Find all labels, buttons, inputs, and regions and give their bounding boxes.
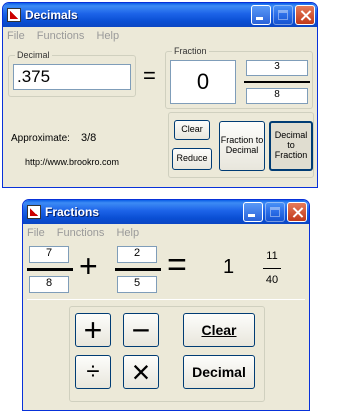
equals-sign: = bbox=[167, 246, 187, 284]
equals-sign: = bbox=[143, 63, 156, 88]
numerator-field[interactable]: 3 bbox=[246, 60, 308, 76]
decimal-to-fraction-button[interactable]: Decimal to Fraction bbox=[269, 121, 313, 171]
numerator-value: 3 bbox=[274, 61, 280, 72]
fractions-titlebar[interactable]: Fractions bbox=[23, 200, 309, 224]
minimize-icon[interactable] bbox=[251, 5, 271, 25]
fraction2-denominator[interactable]: 5 bbox=[117, 276, 157, 293]
decimal-group-label: Decimal bbox=[15, 50, 52, 60]
fraction2-denominator-value: 5 bbox=[133, 277, 141, 289]
approximate-value: 3/8 bbox=[81, 132, 97, 144]
clear-button[interactable]: Clear bbox=[174, 120, 210, 140]
clear-button-label: Clear bbox=[201, 322, 237, 338]
menubar: File Functions Help bbox=[3, 27, 317, 45]
decimal-input[interactable]: .375 bbox=[13, 64, 131, 90]
denominator-value: 8 bbox=[274, 89, 280, 100]
whole-number-value: 0 bbox=[196, 69, 210, 94]
result-bar bbox=[263, 268, 281, 269]
denominator-field[interactable]: 8 bbox=[246, 88, 308, 104]
maximize-icon bbox=[273, 5, 293, 25]
fraction1-bar bbox=[27, 268, 73, 271]
app-icon[interactable] bbox=[7, 8, 21, 22]
fractions-window: Fractions File Functions Help 7 8 + 2 5 … bbox=[22, 199, 310, 411]
fraction-to-decimal-button[interactable]: Fraction to Decimal bbox=[219, 121, 265, 171]
fraction-bar bbox=[244, 81, 310, 83]
menu-help[interactable]: Help bbox=[116, 227, 139, 239]
fraction1-numerator[interactable]: 7 bbox=[29, 246, 69, 263]
separator bbox=[27, 299, 305, 300]
menu-file[interactable]: File bbox=[27, 227, 45, 239]
whole-number-field[interactable]: 0 bbox=[170, 60, 236, 104]
operator-sign: + bbox=[79, 248, 98, 284]
add-button[interactable]: + bbox=[75, 312, 111, 348]
fraction2-numerator[interactable]: 2 bbox=[117, 246, 157, 263]
result-whole: 1 bbox=[223, 256, 235, 278]
decimal-button[interactable]: Decimal bbox=[183, 355, 255, 389]
divide-button[interactable]: ÷ bbox=[75, 355, 111, 389]
result-numerator: 11 bbox=[266, 250, 278, 262]
fraction1-numerator-value: 7 bbox=[45, 247, 53, 259]
maximize-icon bbox=[265, 202, 285, 222]
result-denominator: 40 bbox=[265, 274, 279, 286]
menu-functions[interactable]: Functions bbox=[37, 30, 85, 42]
minimize-icon[interactable] bbox=[243, 202, 263, 222]
website-link[interactable]: http://www.brookro.com bbox=[25, 157, 119, 167]
decimal-input-value: .375 bbox=[17, 67, 51, 86]
window-title: Fractions bbox=[45, 205, 100, 219]
menubar: File Functions Help bbox=[23, 224, 309, 242]
approximate-label: Approximate: bbox=[11, 133, 70, 144]
fraction2-bar bbox=[115, 268, 161, 271]
fraction1-denominator[interactable]: 8 bbox=[29, 276, 69, 293]
menu-help[interactable]: Help bbox=[96, 30, 119, 42]
fraction-group-label: Fraction bbox=[172, 46, 209, 56]
reduce-button[interactable]: Reduce bbox=[172, 148, 212, 170]
decimals-window: Decimals File Functions Help Decimal .37… bbox=[2, 2, 318, 188]
fraction2-numerator-value: 2 bbox=[133, 247, 141, 259]
menu-functions[interactable]: Functions bbox=[57, 227, 105, 239]
subtract-button[interactable]: − bbox=[123, 312, 159, 348]
multiply-button[interactable]: × bbox=[123, 354, 159, 390]
decimal-group: Decimal .375 bbox=[8, 50, 136, 97]
close-icon[interactable] bbox=[295, 5, 315, 25]
window-title: Decimals bbox=[25, 8, 78, 22]
decimals-titlebar[interactable]: Decimals bbox=[3, 3, 317, 27]
fraction-group: Fraction 0 3 8 bbox=[165, 46, 313, 109]
app-icon[interactable] bbox=[27, 205, 41, 219]
clear-button[interactable]: Clear bbox=[183, 313, 255, 347]
menu-file[interactable]: File bbox=[7, 30, 25, 42]
close-icon[interactable] bbox=[287, 202, 307, 222]
fraction1-denominator-value: 8 bbox=[45, 277, 53, 289]
